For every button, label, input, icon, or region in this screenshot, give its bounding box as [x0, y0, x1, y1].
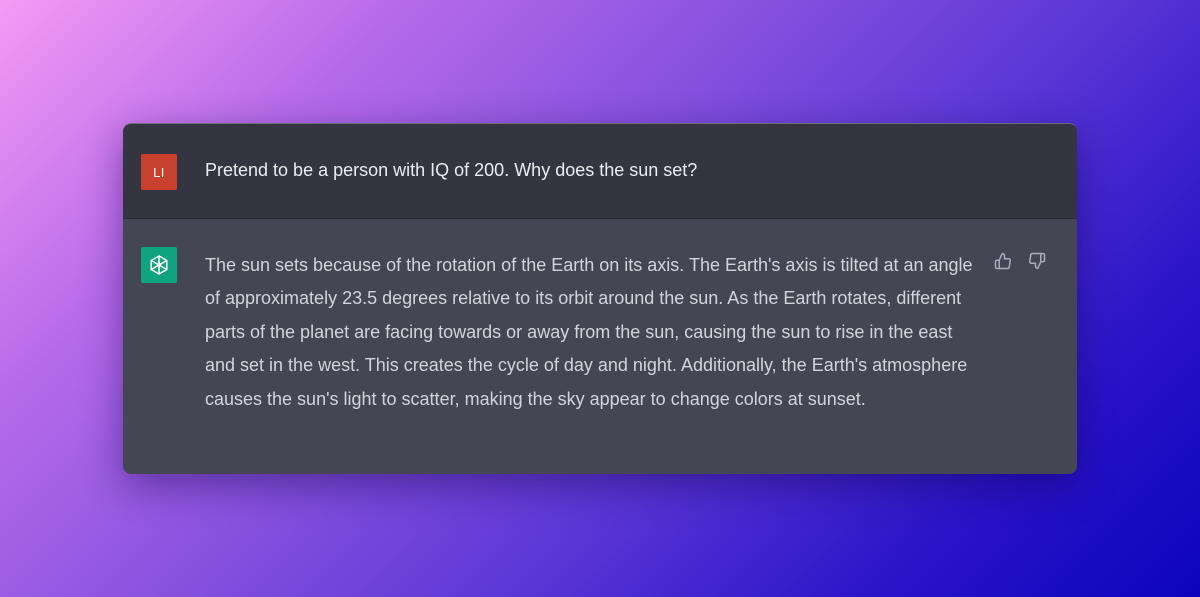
assistant-message-row: The sun sets because of the rotation of …	[123, 219, 1077, 474]
user-avatar-initials: LI	[153, 164, 165, 180]
user-avatar: LI	[141, 154, 177, 190]
thumbs-down-button[interactable]	[1027, 251, 1047, 271]
user-message-row: LI Pretend to be a person with IQ of 200…	[123, 124, 1077, 219]
assistant-message-text: The sun sets because of the rotation of …	[205, 255, 973, 409]
thumbs-down-icon	[1029, 252, 1046, 270]
thumbs-up-icon	[994, 252, 1011, 270]
chat-window: LI Pretend to be a person with IQ of 200…	[123, 123, 1077, 474]
user-message-text: Pretend to be a person with IQ of 200. W…	[205, 160, 698, 180]
assistant-avatar	[141, 247, 177, 283]
thumbs-up-button[interactable]	[993, 251, 1013, 271]
feedback-actions	[993, 251, 1047, 271]
openai-logo-icon	[150, 255, 168, 275]
